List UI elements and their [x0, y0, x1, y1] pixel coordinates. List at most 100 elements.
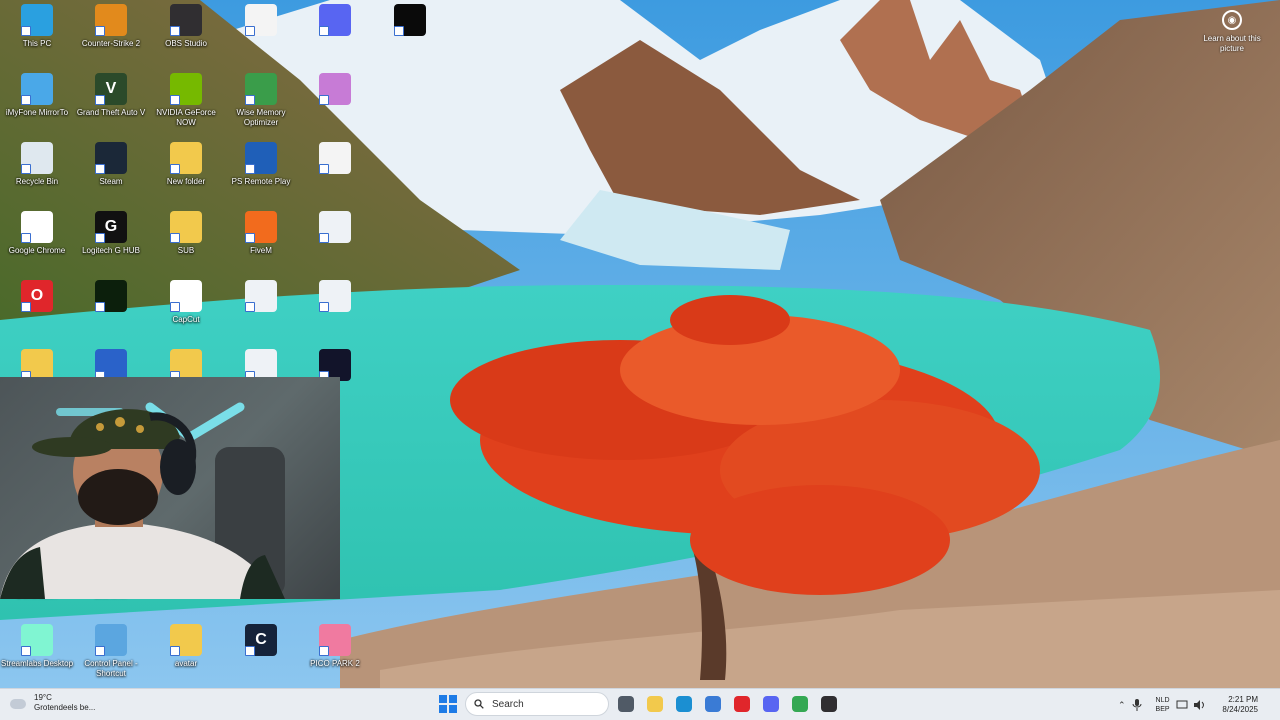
search-placeholder: Search [492, 698, 524, 710]
desktop-icon[interactable]: NVIDIA GeForce NOW [149, 71, 223, 139]
taskbar-pinned-apps [614, 692, 841, 716]
desktop-icon[interactable]: PICO PARK 2 [298, 622, 372, 690]
desktop-icon-label: Wise Memory Optimizer [236, 108, 286, 127]
desktop-icon[interactable] [298, 278, 372, 346]
desktop-icon[interactable]: G Logitech G HUB [74, 209, 148, 277]
chrome-taskbar-button[interactable] [788, 692, 812, 716]
desktop-icon-label: Google Chrome [8, 246, 66, 255]
game-art-icon [319, 73, 351, 105]
counter-strike-icon [95, 4, 127, 36]
speaker-icon[interactable] [1193, 700, 1206, 710]
chevron-up-icon[interactable]: ⌃ [1118, 700, 1126, 711]
desktop-icon-label: NVIDIA GeForce NOW [156, 108, 216, 127]
desktop-icon[interactable]: Control Panel - Shortcut [74, 622, 148, 690]
desktop-icon-label: Steam [99, 177, 123, 186]
folder-icon [170, 211, 202, 243]
discord-icon [319, 4, 351, 36]
this-pc-icon [21, 4, 53, 36]
taskbar-center: Search [436, 692, 841, 716]
desktop-icon[interactable] [224, 278, 298, 346]
taskview-icon [618, 696, 634, 712]
recycle-bin-icon [21, 142, 53, 174]
logitech-icon: G [95, 211, 127, 243]
desktop-icon-label: Counter-Strike 2 [81, 39, 141, 48]
desktop-icon[interactable]: Recycle Bin [0, 140, 74, 208]
desktop-icon[interactable]: C [224, 622, 298, 690]
folder-icon [170, 142, 202, 174]
desktop-icon[interactable] [298, 2, 372, 70]
desktop-icon[interactable]: iMyFone MirrorTo [0, 71, 74, 139]
taskbar-clock[interactable]: 2:21 PM 8/24/2025 [1222, 695, 1258, 715]
obs-taskbar-button[interactable] [817, 692, 841, 716]
desktop-icon[interactable]: Wise Memory Optimizer [224, 71, 298, 139]
discord-taskbar-button[interactable] [759, 692, 783, 716]
streamlabs-icon [21, 624, 53, 656]
clock-date: 8/24/2025 [1222, 705, 1258, 714]
network-icon[interactable] [1176, 700, 1188, 710]
webcam-feed-image [0, 402, 285, 599]
image-file-icon [319, 211, 351, 243]
desktop-icon[interactable] [74, 278, 148, 346]
wise-memory-icon [245, 73, 277, 105]
desktop-icon-label: PICO PARK 2 [310, 659, 360, 668]
opera-icon: O [21, 280, 53, 312]
desktop-icon[interactable]: This PC [0, 2, 74, 70]
desktop-icon-label: Streamlabs Desktop [0, 659, 74, 668]
edge-icon [676, 696, 692, 712]
clock-time: 2:21 PM [1228, 695, 1258, 704]
desktop-icon-label: Logitech G HUB [82, 246, 140, 255]
desktop-icon[interactable]: Google Chrome [0, 209, 74, 277]
desktop-icon[interactable]: Steam [74, 140, 148, 208]
start-button[interactable] [436, 692, 460, 716]
fivem-icon [245, 211, 277, 243]
desktop-icon[interactable]: CapCut [149, 278, 223, 346]
microphone-icon[interactable] [1132, 699, 1142, 711]
ps-remote-play-icon [245, 142, 277, 174]
desktop-icon[interactable]: SUB [149, 209, 223, 277]
language-code: NLD [1155, 697, 1170, 704]
capcut-icon [170, 280, 202, 312]
blank-file-icon [245, 4, 277, 36]
desktop-icon-label: Control Panel - Shortcut [84, 659, 138, 678]
desktop-icon[interactable]: FiveM [224, 209, 298, 277]
cloud-icon [8, 696, 28, 710]
desktop-icon[interactable] [224, 2, 298, 70]
desktop-icon[interactable]: PS Remote Play [224, 140, 298, 208]
desktop-icon-label: Recycle Bin [15, 177, 59, 186]
camera-icon: ◉ [1222, 10, 1242, 30]
file-explorer-taskbar-button[interactable] [643, 692, 667, 716]
opera-taskbar-button[interactable] [730, 692, 754, 716]
desktop-icon-label: OBS Studio [165, 39, 207, 48]
desktop-icon-label: New folder [166, 177, 206, 186]
microsoft-store-icon [705, 696, 721, 712]
desktop-icon[interactable]: Counter-Strike 2 [74, 2, 148, 70]
image-file-icon [319, 280, 351, 312]
desktop-icon[interactable] [373, 2, 447, 70]
desktop-icon[interactable]: OBS Studio [149, 2, 223, 70]
desktop-icon-label: iMyFone MirrorTo [5, 108, 69, 117]
desktop-icon[interactable] [298, 71, 372, 139]
desktop-icon[interactable] [298, 209, 372, 277]
desktop-icon[interactable]: V Grand Theft Auto V [74, 71, 148, 139]
edge-taskbar-button[interactable] [672, 692, 696, 716]
language-indicator[interactable]: NLD BEP [1156, 696, 1170, 714]
desktop-icon-label: FiveM [250, 246, 272, 255]
taskbar: 19°C Grotendeels be... Search ⌃ NLD BEP … [0, 688, 1280, 720]
opera-icon [734, 696, 750, 712]
learn-about-picture[interactable]: ◉ Learn about this picture [1196, 10, 1268, 54]
weather-widget[interactable]: 19°C Grotendeels be... [8, 693, 95, 713]
weather-description: Grotendeels be... [34, 703, 96, 712]
folder-icon [170, 624, 202, 656]
microsoft-store-taskbar-button[interactable] [701, 692, 725, 716]
pico-park-icon [319, 624, 351, 656]
windows-logo-icon [439, 695, 457, 713]
taskview-taskbar-button[interactable] [614, 692, 638, 716]
weather-temperature: 19°C [34, 693, 52, 702]
desktop-icon[interactable] [298, 140, 372, 208]
desktop-icon[interactable]: avatar [149, 622, 223, 690]
desktop-icon[interactable]: O [0, 278, 74, 346]
desktop-icon[interactable]: New folder [149, 140, 223, 208]
desktop-icon[interactable]: Streamlabs Desktop [0, 622, 74, 690]
taskbar-search-box[interactable]: Search [465, 692, 609, 716]
obs-icon [821, 696, 837, 712]
